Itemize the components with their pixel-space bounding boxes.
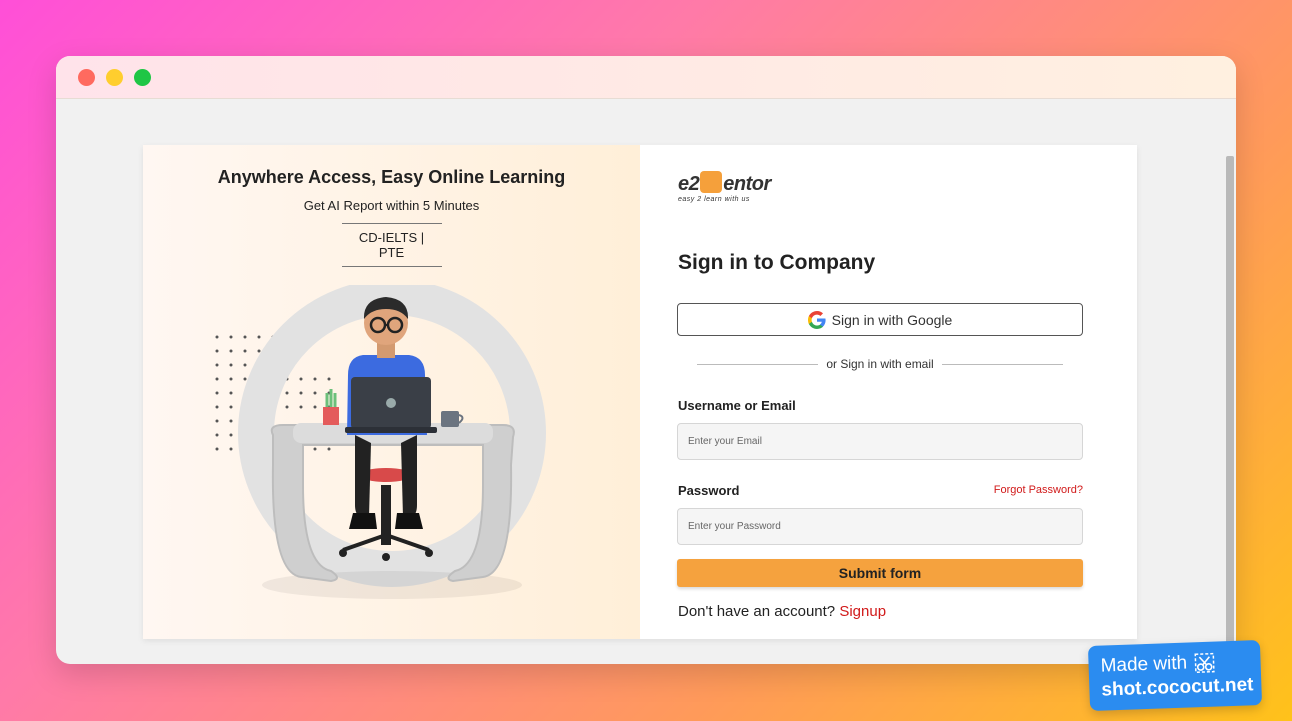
signup-prompt: Don't have an account? Signup bbox=[678, 603, 886, 620]
made-with-badge[interactable]: Made with shot.cococut.net bbox=[1087, 640, 1263, 711]
email-divider: or Sign in with email bbox=[697, 357, 1064, 371]
divider-line bbox=[697, 363, 819, 365]
password-label: Password bbox=[678, 483, 740, 498]
promo-subheading: Get AI Report within 5 Minutes bbox=[303, 198, 480, 213]
username-label: Username or Email bbox=[678, 398, 796, 413]
promo-panel: Anywhere Access, Easy Online Learning Ge… bbox=[143, 145, 640, 639]
logo: e2 entor easy 2 learn with us bbox=[678, 171, 771, 203]
divider-line bbox=[941, 363, 1064, 365]
login-card: Anywhere Access, Easy Online Learning Ge… bbox=[143, 145, 1137, 639]
maximize-window-button[interactable] bbox=[134, 69, 151, 86]
promo-tag: CD-IELTS | PTE bbox=[341, 223, 442, 267]
divider-text: or Sign in with email bbox=[826, 357, 934, 371]
google-signin-button[interactable]: Sign in with Google bbox=[677, 303, 1083, 336]
student-illustration bbox=[215, 285, 546, 599]
scrollbar-thumb[interactable] bbox=[1226, 156, 1234, 664]
badge-line-2: shot.cococut.net bbox=[1101, 674, 1254, 701]
google-signin-label: Sign in with Google bbox=[831, 311, 953, 328]
minimize-window-button[interactable] bbox=[106, 69, 123, 86]
logo-text-start: e2 bbox=[678, 173, 700, 195]
browser-window: Anywhere Access, Easy Online Learning Ge… bbox=[56, 56, 1236, 664]
google-icon bbox=[807, 310, 826, 329]
scrollbar[interactable] bbox=[1224, 99, 1236, 664]
title-bar bbox=[56, 56, 1236, 99]
forgot-password-link[interactable]: Forgot Password? bbox=[994, 484, 1083, 496]
page-title: Sign in to Company bbox=[678, 251, 876, 274]
logo-text-end: entor bbox=[723, 173, 771, 195]
logo-tagline: easy 2 learn with us bbox=[678, 196, 750, 203]
signup-link[interactable]: Signup bbox=[839, 603, 886, 620]
scissors-icon bbox=[1194, 652, 1215, 674]
logo-mark-icon bbox=[700, 171, 723, 193]
promo-heading: Anywhere Access, Easy Online Learning bbox=[217, 167, 566, 187]
signin-panel: e2 entor easy 2 learn with us Sign in to … bbox=[640, 145, 1137, 639]
email-field[interactable] bbox=[677, 423, 1083, 460]
badge-line-1: Made with bbox=[1100, 652, 1188, 677]
close-window-button[interactable] bbox=[78, 69, 95, 86]
password-field[interactable] bbox=[677, 508, 1083, 545]
no-account-text: Don't have an account? bbox=[678, 603, 836, 620]
submit-button[interactable]: Submit form bbox=[677, 559, 1083, 587]
